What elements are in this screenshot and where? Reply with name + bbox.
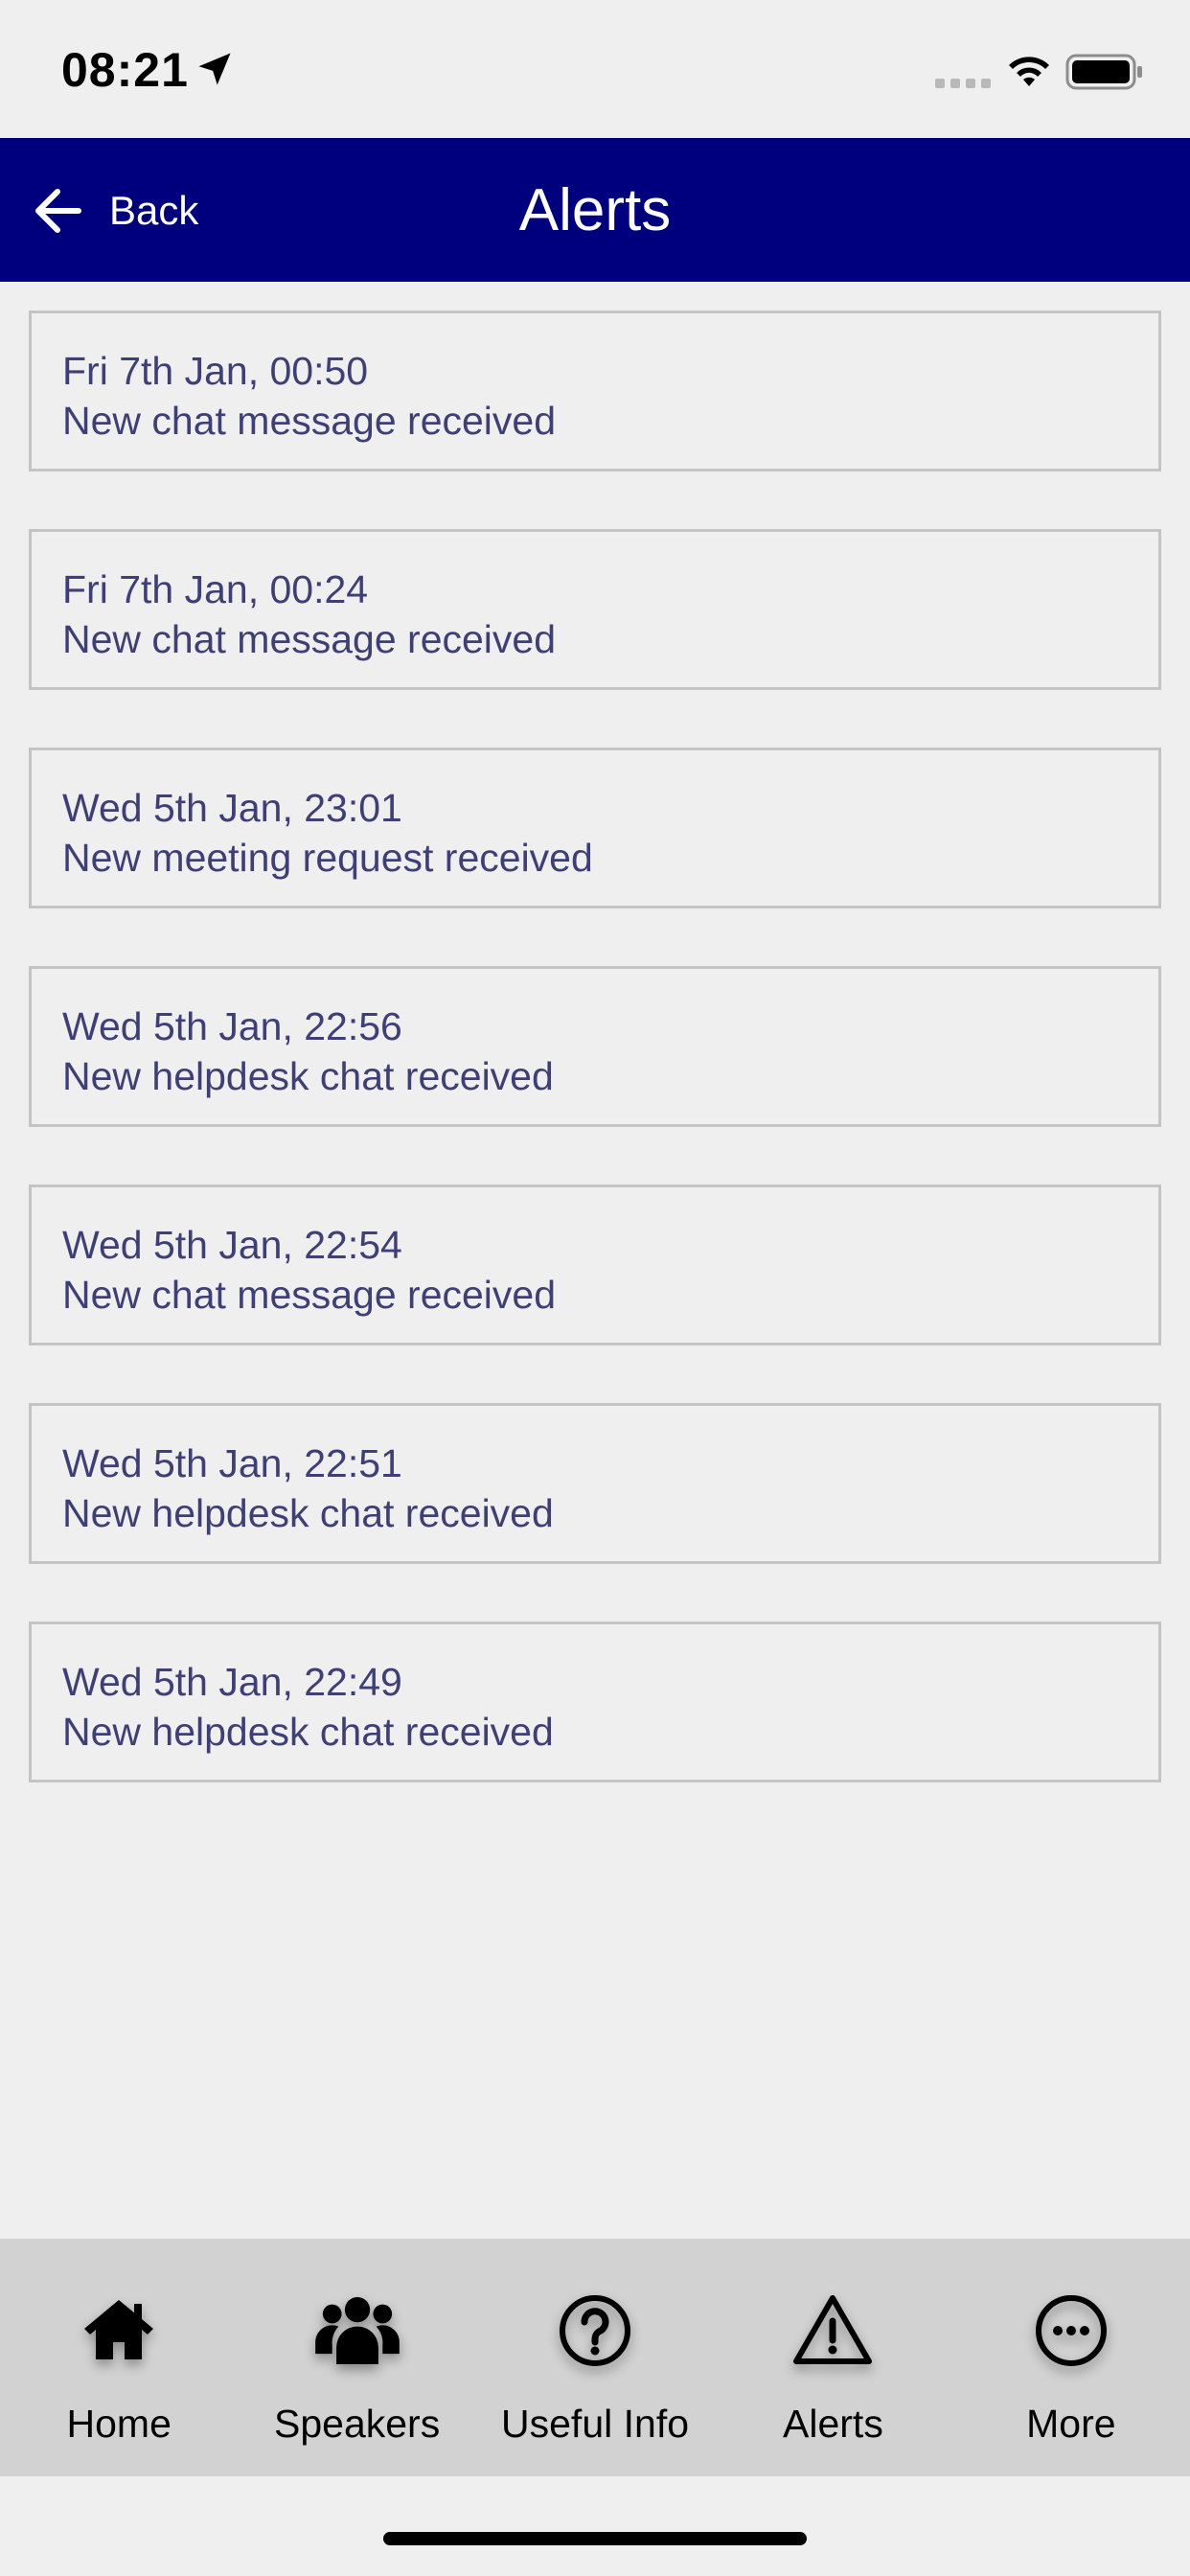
users-icon	[314, 2296, 400, 2365]
tab-label: Speakers	[274, 2402, 441, 2446]
alert-date: Fri 7th Jan, 00:24	[62, 567, 369, 611]
question-circle-icon	[560, 2295, 631, 2366]
status-time: 08:21	[61, 43, 189, 97]
tab-label: More	[1026, 2402, 1116, 2446]
alert-message: New chat message received	[62, 399, 557, 443]
cellular-signal-icon	[935, 79, 991, 88]
alert-message: New helpdesk chat received	[62, 1491, 554, 1535]
alert-item[interactable]: Wed 5th Jan, 23:01 New meeting request r…	[29, 748, 1161, 908]
tab-alerts[interactable]: Alerts	[714, 2239, 951, 2476]
battery-icon	[1065, 54, 1142, 90]
tab-bar: Home Speakers Useful Info Alerts More	[0, 2239, 1190, 2476]
warning-triangle-icon	[793, 2295, 873, 2364]
tab-label: Home	[66, 2402, 172, 2446]
more-circle-icon	[1035, 2295, 1107, 2366]
alert-item[interactable]: Fri 7th Jan, 00:50 New chat message rece…	[29, 310, 1161, 472]
tab-speakers[interactable]: Speakers	[238, 2239, 475, 2476]
alert-item[interactable]: Wed 5th Jan, 22:51 New helpdesk chat rec…	[29, 1403, 1161, 1564]
alert-message: New helpdesk chat received	[62, 1710, 554, 1754]
tab-home[interactable]: Home	[0, 2239, 238, 2476]
tab-useful-info[interactable]: Useful Info	[476, 2239, 714, 2476]
alert-message: New helpdesk chat received	[62, 1054, 554, 1098]
wifi-icon	[1009, 57, 1049, 86]
alert-date: Wed 5th Jan, 23:01	[62, 786, 402, 830]
alert-item[interactable]: Wed 5th Jan, 22:56 New helpdesk chat rec…	[29, 966, 1161, 1127]
home-icon	[84, 2300, 154, 2359]
alert-message: New chat message received	[62, 1273, 557, 1317]
tab-more[interactable]: More	[952, 2239, 1190, 2476]
alert-message: New meeting request received	[62, 836, 593, 880]
alert-date: Wed 5th Jan, 22:51	[62, 1441, 402, 1485]
tab-label: Useful Info	[501, 2402, 690, 2446]
tab-label: Alerts	[783, 2402, 883, 2446]
alert-item[interactable]: Wed 5th Jan, 22:54 New chat message rece…	[29, 1184, 1161, 1346]
home-indicator[interactable]	[383, 2532, 807, 2545]
alert-date: Wed 5th Jan, 22:54	[62, 1223, 402, 1267]
alert-list: Fri 7th Jan, 00:50 New chat message rece…	[29, 310, 1161, 1840]
location-arrow-icon	[198, 53, 231, 85]
alert-message: New chat message received	[62, 617, 557, 661]
page-title: Alerts	[518, 177, 672, 243]
alert-date: Wed 5th Jan, 22:56	[62, 1004, 402, 1048]
alert-date: Wed 5th Jan, 22:49	[62, 1660, 402, 1704]
alert-item[interactable]: Fri 7th Jan, 00:24 New chat message rece…	[29, 529, 1161, 690]
alert-date: Fri 7th Jan, 00:50	[62, 349, 369, 393]
status-bar: 08:21	[0, 0, 1190, 138]
nav-bar: Back Alerts	[0, 138, 1190, 282]
alert-item[interactable]: Wed 5th Jan, 22:49 New helpdesk chat rec…	[29, 1622, 1161, 1782]
